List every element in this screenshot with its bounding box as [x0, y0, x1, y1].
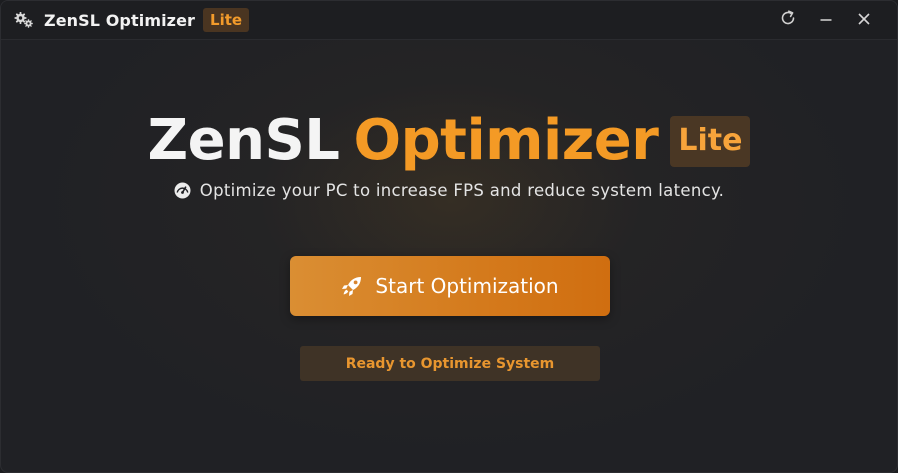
speedometer-icon — [174, 182, 191, 199]
window-controls — [769, 1, 883, 39]
start-optimization-button[interactable]: Start Optimization — [290, 256, 610, 316]
start-optimization-label: Start Optimization — [375, 274, 559, 298]
hero-app-accent: Optimizer — [353, 108, 659, 173]
refresh-button[interactable] — [769, 5, 807, 35]
window-title: ZenSL Optimizer — [44, 10, 196, 30]
close-icon — [857, 11, 871, 30]
rocket-icon — [341, 275, 363, 297]
status-text: Ready to Optimize System — [345, 355, 555, 372]
minimize-button[interactable] — [807, 5, 845, 35]
hero-subtitle-text: Optimize your PC to increase FPS and red… — [199, 181, 725, 200]
gears-icon — [14, 11, 34, 29]
close-button[interactable] — [845, 5, 883, 35]
hero-app-name: ZenSL — [147, 108, 340, 173]
status-badge: Ready to Optimize System — [300, 346, 600, 381]
title-bar[interactable]: ZenSL Optimizer Lite — [1, 1, 897, 40]
app-window: ZenSL Optimizer Lite ZenSL Optimizer Lit… — [0, 0, 898, 473]
window-title-badge: Lite — [203, 8, 250, 32]
hero-edition-badge: Lite — [670, 115, 751, 167]
hero-subtitle: Optimize your PC to increase FPS and red… — [1, 181, 897, 200]
minimize-icon — [819, 11, 833, 30]
hero-title: ZenSL Optimizer Lite — [1, 109, 897, 173]
refresh-icon — [778, 8, 798, 32]
